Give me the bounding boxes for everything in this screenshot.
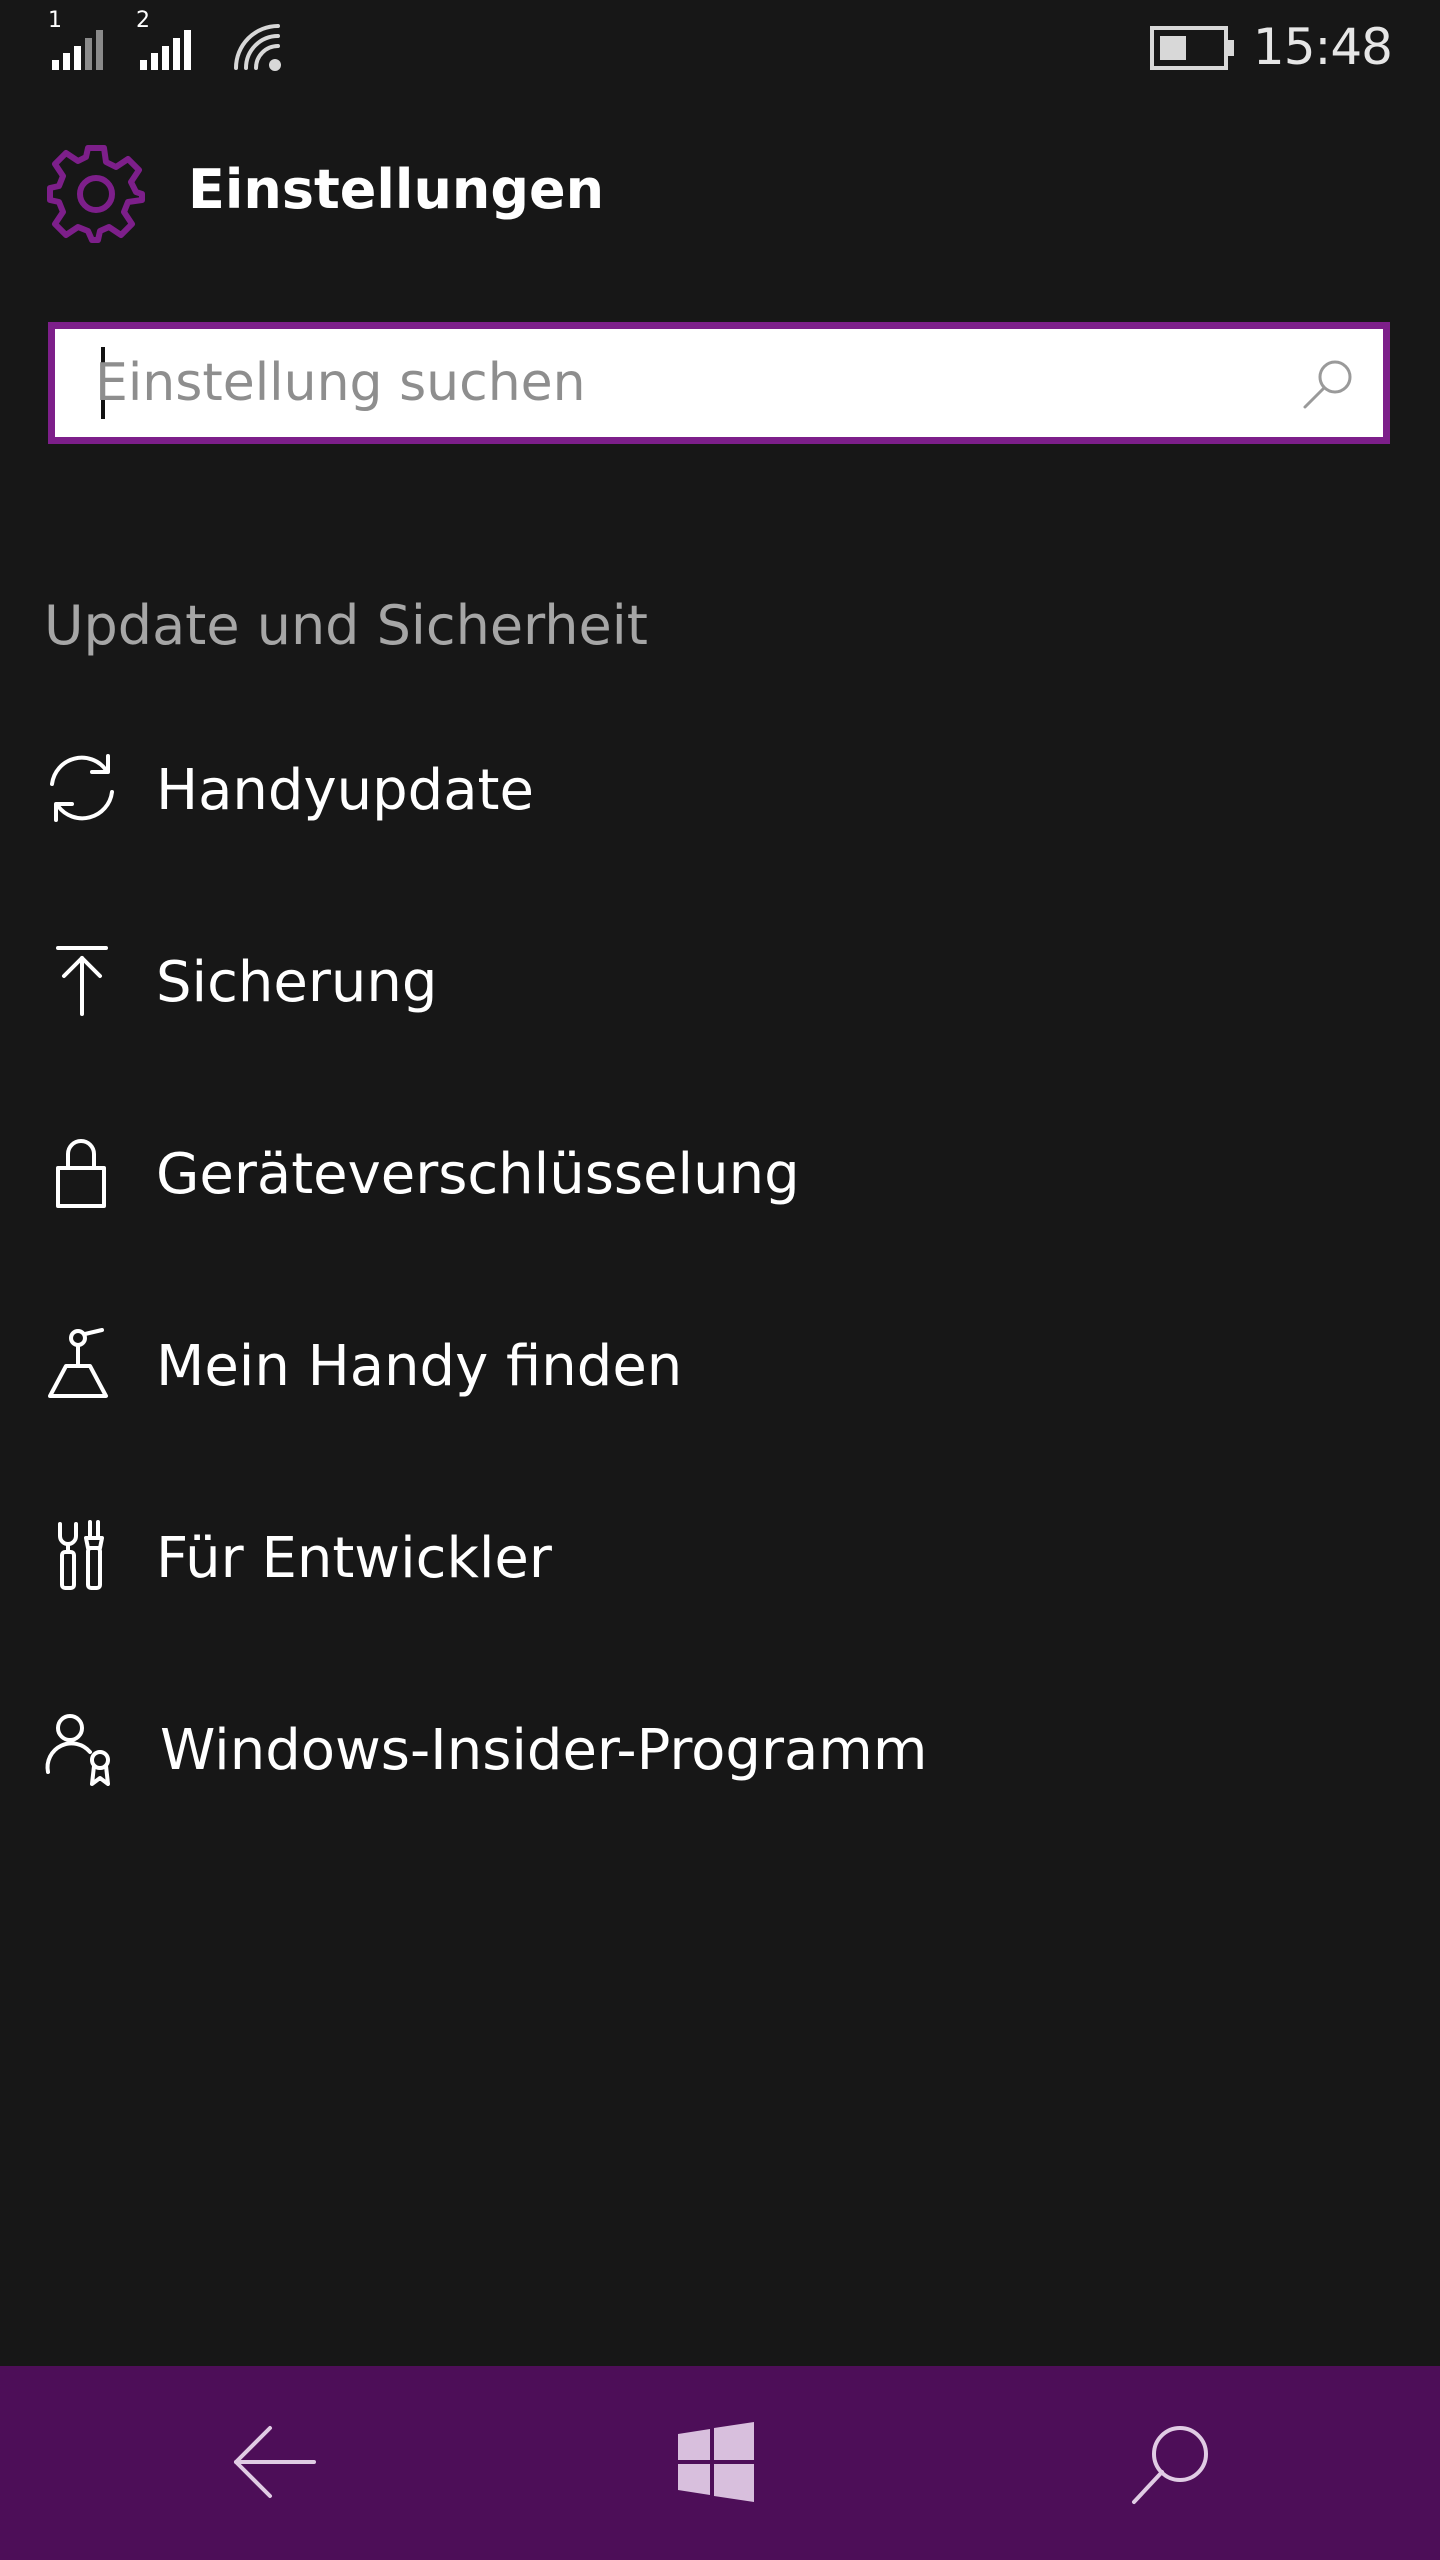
status-bar: 1 2 15:48 xyxy=(0,0,1440,100)
menu-item-label: Handyupdate xyxy=(156,758,534,823)
search-box[interactable] xyxy=(48,322,1390,444)
start-button[interactable] xyxy=(596,2366,836,2560)
menu-item-label: Mein Handy finden xyxy=(156,1334,683,1399)
back-arrow-icon xyxy=(234,2426,316,2498)
menu-item-handyupdate[interactable]: Handyupdate xyxy=(0,714,1440,864)
menu-item-geraeteverschluesselung[interactable]: Geräteverschlüsselung xyxy=(0,1098,1440,1248)
search-icon xyxy=(1132,2426,1208,2504)
search-icon[interactable] xyxy=(1299,355,1359,415)
page-title: Einstellungen xyxy=(188,158,605,221)
menu-item-label: Windows-Insider-Programm xyxy=(160,1718,928,1783)
windows-logo-icon xyxy=(678,2422,754,2502)
menu-item-label: Sicherung xyxy=(156,950,438,1015)
lock-icon xyxy=(56,1139,106,1208)
battery-icon xyxy=(1150,26,1234,70)
menu-item-mein-handy-finden[interactable]: Mein Handy finden xyxy=(0,1290,1440,1440)
signal-strength-icon xyxy=(140,30,191,70)
search-input[interactable] xyxy=(95,329,1275,437)
search-button[interactable] xyxy=(1048,2366,1288,2560)
page-header: Einstellungen xyxy=(0,130,1440,250)
find-phone-icon xyxy=(48,1328,108,1398)
signal-strength-icon xyxy=(52,30,103,70)
developer-tools-icon xyxy=(58,1520,104,1590)
navigation-bar xyxy=(0,2366,1440,2560)
menu-item-windows-insider-programm[interactable]: Windows-Insider-Programm xyxy=(0,1674,1440,1824)
back-button[interactable] xyxy=(152,2366,392,2560)
menu-item-label: Geräteverschlüsselung xyxy=(156,1142,800,1207)
clock: 15:48 xyxy=(1252,18,1393,76)
gear-icon xyxy=(47,145,145,243)
section-header: Update und Sicherheit xyxy=(44,594,648,657)
upload-icon xyxy=(56,946,108,1016)
menu-item-label: Für Entwickler xyxy=(156,1526,552,1591)
insider-icon xyxy=(45,1714,110,1786)
sync-icon xyxy=(50,754,114,822)
menu-item-sicherung[interactable]: Sicherung xyxy=(0,906,1440,1056)
wifi-icon xyxy=(234,24,281,71)
menu-item-fuer-entwickler[interactable]: Für Entwickler xyxy=(0,1482,1440,1632)
